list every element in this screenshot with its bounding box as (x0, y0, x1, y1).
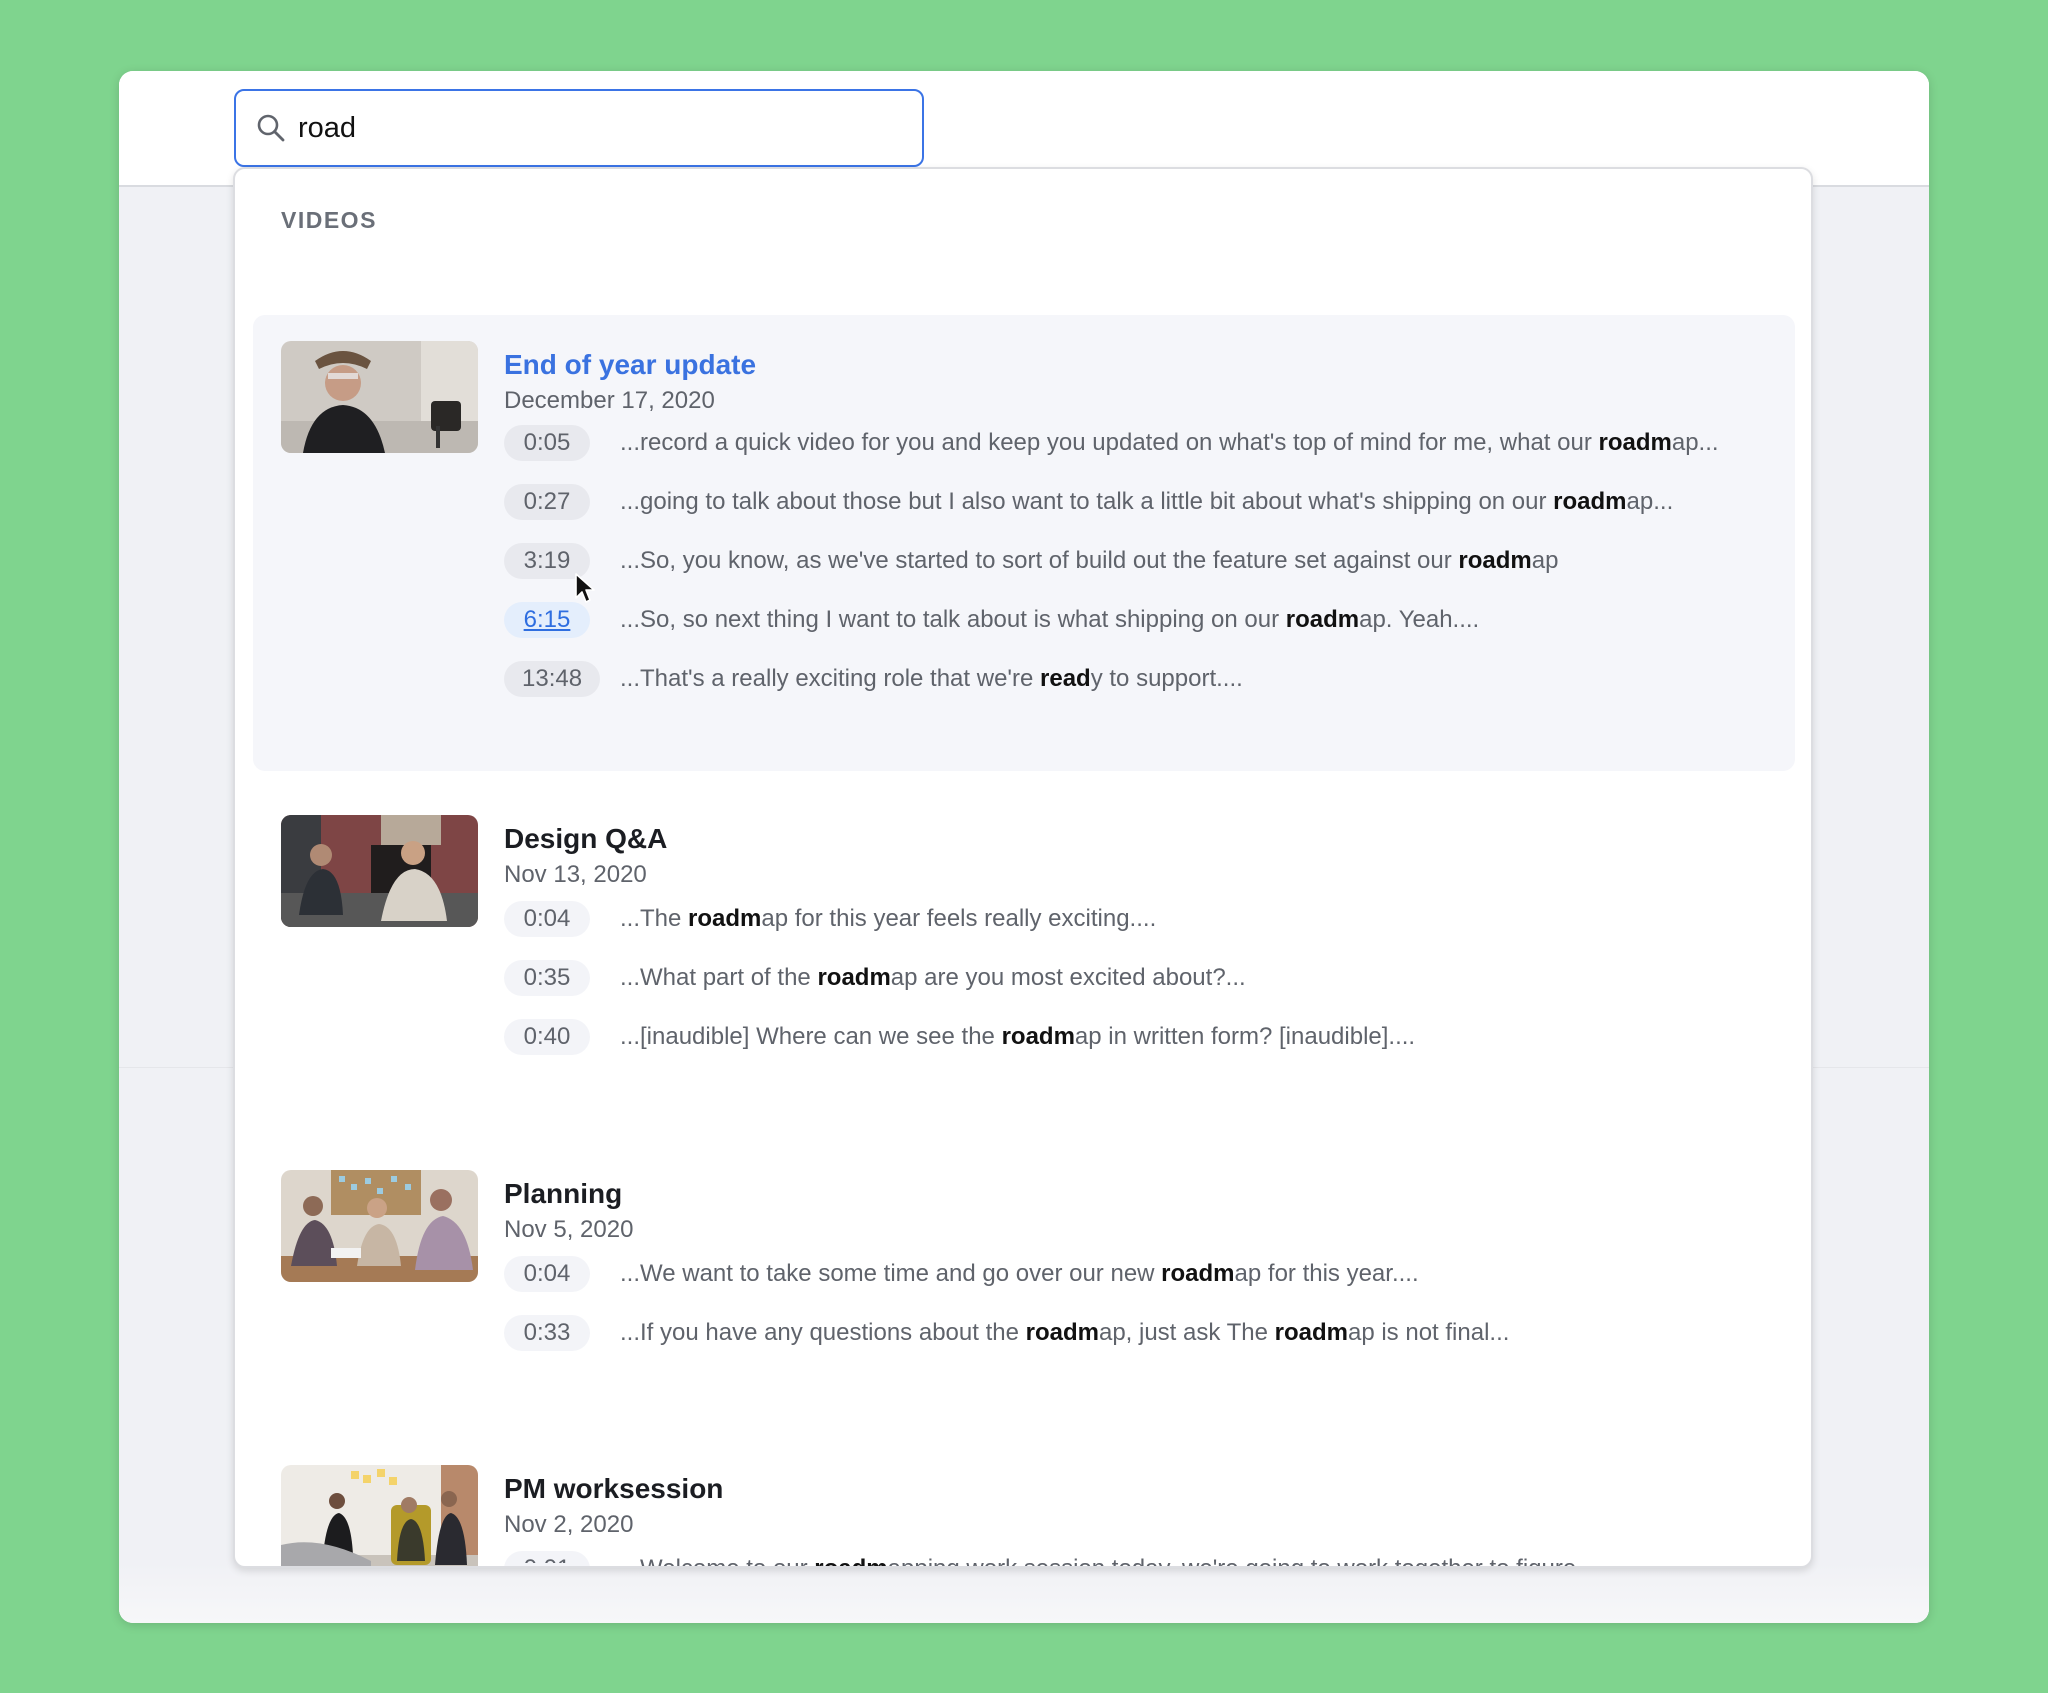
highlighted-match: roadm (1025, 1319, 1099, 1346)
transcript-snippet: ...If you have any questions about the r… (620, 1315, 1509, 1351)
video-thumbnail[interactable] (281, 815, 478, 927)
timestamp-link[interactable]: 6:15 (504, 602, 590, 638)
snippet-text: ...We want to take some time and go over… (620, 1260, 1162, 1287)
search-box[interactable] (234, 89, 924, 167)
snippet-text: ...What part of the (620, 964, 818, 991)
transcript-snippet: ...That's a really exciting role that we… (620, 661, 1243, 697)
snippet-text: apping work session today, we're going t… (888, 1555, 1597, 1566)
bottom-fade (119, 1563, 1929, 1623)
timestamp-link[interactable]: 0:40 (504, 1019, 590, 1055)
snippet-text: ap are you most excited about?... (890, 964, 1246, 991)
highlighted-match: roadm (1598, 429, 1672, 456)
video-thumbnail[interactable] (281, 1170, 478, 1282)
snippet-text: ...Welcome to our (620, 1555, 814, 1566)
team-around-table-thumbnail (281, 1170, 478, 1282)
snippet-text: ...The (620, 905, 689, 932)
snippet-text: ap is not final... (1347, 1319, 1510, 1346)
video-thumbnail[interactable] (281, 1465, 478, 1566)
timestamp-link[interactable]: 0:05 (504, 425, 590, 461)
section-label-videos: VIDEOS (281, 207, 377, 233)
highlighted-match: roadm (1161, 1260, 1235, 1287)
highlighted-match: roadm (1001, 1023, 1075, 1050)
snippet-text: ap for this year.... (1234, 1260, 1419, 1287)
match-row[interactable]: 0:04 ...We want to take some time and go … (504, 1256, 1419, 1292)
two-people-meeting-thumbnail (281, 815, 478, 927)
search-icon (254, 111, 288, 145)
match-row[interactable]: 0:05 ...record a quick video for you and … (504, 425, 1719, 461)
snippet-text: ap in written form? [inaudible].... (1074, 1023, 1416, 1050)
snippet-text: ap (1531, 547, 1559, 574)
transcript-snippet: ...record a quick video for you and keep… (620, 425, 1719, 461)
match-row[interactable]: 13:48 ...That's a really exciting role th… (504, 661, 1243, 697)
result-title[interactable]: End of year update (504, 349, 756, 381)
group-in-lounge-thumbnail (281, 1465, 478, 1566)
snippet-text: ...[inaudible] Where can we see the (620, 1023, 1002, 1050)
transcript-snippet: ...[inaudible] Where can we see the road… (620, 1019, 1415, 1055)
timestamp-link[interactable]: 0:27 (504, 484, 590, 520)
transcript-snippet: ...So, you know, as we've started to sor… (620, 543, 1558, 579)
timestamp-link[interactable]: 0:04 (504, 1256, 590, 1292)
result-title[interactable]: PM worksession (504, 1473, 723, 1505)
search-input[interactable] (298, 91, 922, 165)
match-row[interactable]: 0:04 ...The roadmap for this year feels r… (504, 901, 1156, 937)
mouse-cursor-icon (575, 573, 595, 603)
match-row[interactable]: 0:27 ...going to talk about those but I a… (504, 484, 1673, 520)
snippet-text: y to support.... (1090, 665, 1243, 692)
result-date: Nov 13, 2020 (504, 861, 647, 888)
snippet-text: ap, just ask The (1098, 1319, 1275, 1346)
transcript-snippet: ...So, so next thing I want to talk abou… (620, 602, 1479, 638)
result-item[interactable]: End of year update December 17, 2020 0:0… (253, 315, 1795, 771)
highlighted-match: roadm (1285, 606, 1360, 633)
result-date: December 17, 2020 (504, 387, 715, 414)
timestamp-link[interactable]: 0:04 (504, 901, 590, 937)
snippet-text: ...So, you know, as we've started to sor… (620, 547, 1459, 574)
highlighted-match: roadm (817, 964, 891, 991)
highlighted-match: roadm (688, 905, 762, 932)
result-date: Nov 2, 2020 (504, 1511, 634, 1538)
snippet-text: ap. Yeah.... (1359, 606, 1480, 633)
transcript-snippet: ...going to talk about those but I also … (620, 484, 1673, 520)
timestamp-link[interactable]: 13:48 (504, 661, 601, 697)
transcript-snippet: ...What part of the roadmap are you most… (620, 960, 1246, 996)
snippet-text: ...going to talk about those but I also … (620, 488, 1554, 515)
snippet-text: ap for this year feels really exciting..… (761, 905, 1157, 932)
video-thumbnail[interactable] (281, 341, 478, 453)
highlighted-match: roadm (1274, 1319, 1348, 1346)
result-date: Nov 5, 2020 (504, 1216, 634, 1243)
match-row[interactable]: 0:33 ...If you have any questions about t… (504, 1315, 1509, 1351)
snippet-text: ...So, so next thing I want to talk abou… (620, 606, 1286, 633)
match-row[interactable]: 0:35 ...What part of the roadmap are you … (504, 960, 1246, 996)
snippet-text: ap... (1671, 429, 1719, 456)
result-item[interactable]: Design Q&A Nov 13, 2020 0:04 ...The roadm… (253, 789, 1795, 1089)
timestamp-link[interactable]: 0:35 (504, 960, 590, 996)
highlighted-match: read (1040, 665, 1091, 692)
snippet-text: ...record a quick video for you and keep… (620, 429, 1599, 456)
search-results-dropdown: VIDEOS End of year update December 17, 2… (233, 167, 1813, 1568)
timestamp-link[interactable]: 0:33 (504, 1315, 590, 1351)
transcript-snippet: ...The roadmap for this year feels reall… (620, 901, 1156, 937)
highlighted-match: roadm (1553, 488, 1627, 515)
timestamp-chip-partial (507, 1563, 587, 1566)
transcript-snippet: ...Welcome to our roadmapping work sessi… (620, 1551, 1597, 1566)
highlighted-match: roadm (1458, 547, 1532, 574)
result-item[interactable]: PM worksession Nov 2, 2020 0:01...Welcom… (253, 1439, 1795, 1566)
match-row[interactable]: 6:15 ...So, so next thing I want to talk … (504, 602, 1479, 638)
transcript-snippet: ...We want to take some time and go over… (620, 1256, 1419, 1292)
result-title[interactable]: Design Q&A (504, 823, 667, 855)
result-title[interactable]: Planning (504, 1178, 622, 1210)
app-window: VIDEOS End of year update December 17, 2… (119, 71, 1929, 1623)
highlighted-match: roadm (814, 1555, 887, 1566)
man-talking-to-camera-thumbnail (281, 341, 478, 453)
snippet-text: ...That's a really exciting role that we… (620, 665, 1041, 692)
snippet-text: ...If you have any questions about the (620, 1319, 1026, 1346)
snippet-text: ap... (1626, 488, 1674, 515)
result-item[interactable]: Planning Nov 5, 2020 0:04 ...We want to t… (253, 1144, 1795, 1394)
match-row[interactable]: 0:40 ...[inaudible] Where can we see the … (504, 1019, 1415, 1055)
